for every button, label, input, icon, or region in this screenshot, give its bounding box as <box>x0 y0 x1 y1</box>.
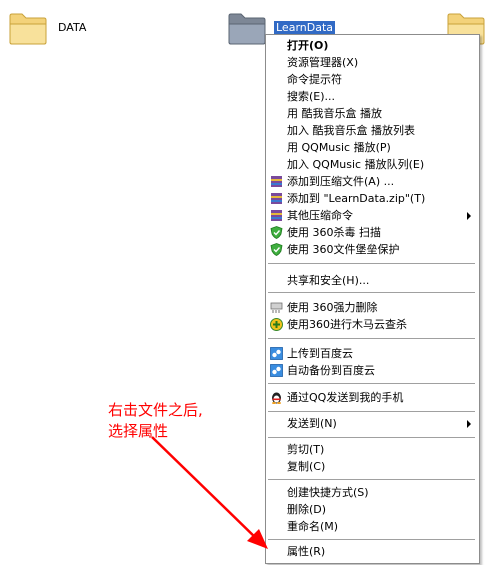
red-arrow <box>151 436 268 549</box>
